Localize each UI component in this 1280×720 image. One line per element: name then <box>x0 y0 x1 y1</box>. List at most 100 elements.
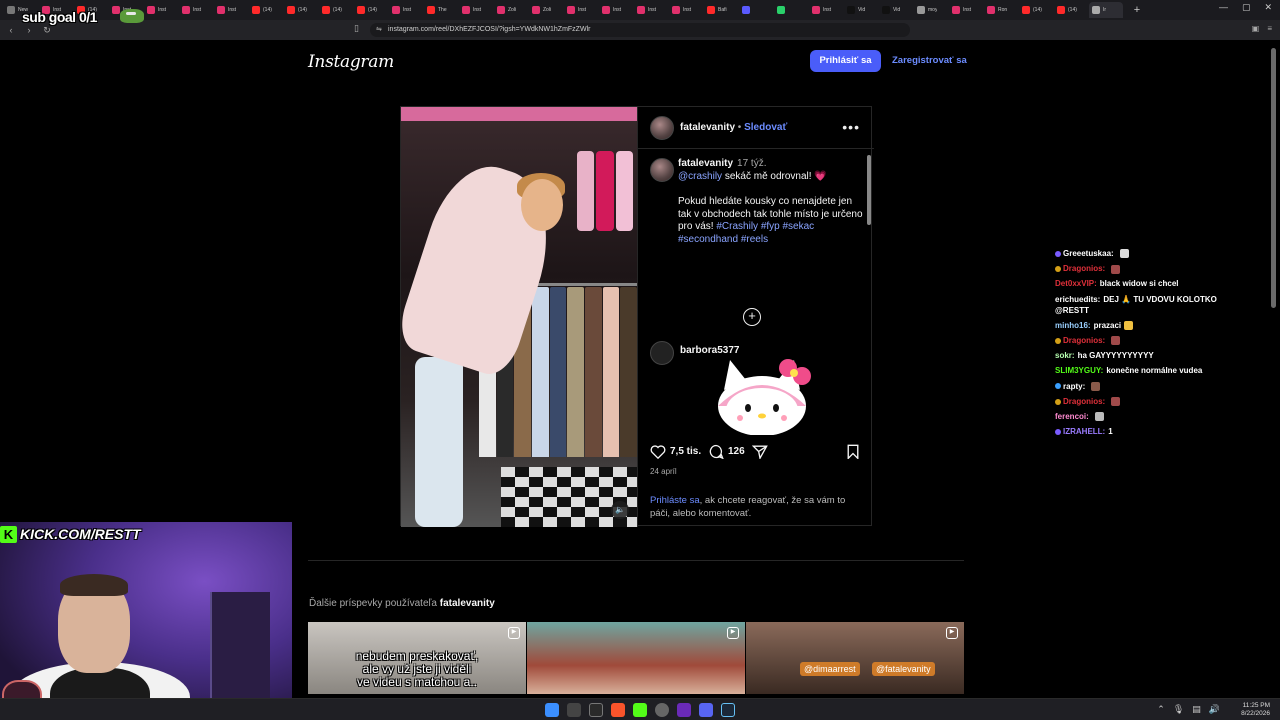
caption-avatar[interactable] <box>650 158 674 182</box>
close-icon[interactable]: ✕ <box>1264 2 1272 13</box>
browser-tab[interactable]: (14) <box>354 2 388 18</box>
tab-favicon-icon <box>777 6 785 14</box>
browser-tab[interactable]: Inst <box>389 2 423 18</box>
forward-icon[interactable]: › <box>22 23 36 37</box>
bookmark-icon[interactable]: ▯ <box>354 23 359 34</box>
load-more-comments-icon[interactable]: + <box>743 308 761 326</box>
commenter-avatar[interactable] <box>650 341 674 365</box>
browser-tab[interactable]: (14) <box>1054 2 1088 18</box>
login-prompt-link[interactable]: Prihláste sa <box>650 495 700 506</box>
mute-icon[interactable]: 🔈 <box>611 501 629 519</box>
post-thumbnail-3[interactable]: ▶ @dimaarrest @fatalevanity <box>746 622 964 694</box>
menu-icon[interactable]: ≡ <box>1267 24 1272 33</box>
instagram-logo[interactable]: Instagram <box>308 52 394 72</box>
browser-tab[interactable]: Inst <box>634 2 668 18</box>
comments-scrollbar[interactable] <box>867 155 871 225</box>
chat-username[interactable]: rapty: <box>1063 382 1085 391</box>
new-tab-button[interactable]: + <box>1130 3 1144 17</box>
chat-username[interactable]: sokr: <box>1055 351 1075 360</box>
login-button[interactable]: Prihlásiť sa <box>810 50 881 72</box>
browser-tab[interactable]: Inst <box>214 2 248 18</box>
more-posts-user[interactable]: fatalevanity <box>440 598 495 609</box>
browser-tab[interactable] <box>774 2 808 18</box>
register-link[interactable]: Zaregistrovať sa <box>892 55 967 66</box>
reel-video[interactable]: 🔈 <box>401 107 637 527</box>
comment-action[interactable]: 126 <box>708 444 745 459</box>
share-action[interactable] <box>752 444 768 459</box>
browser-tab[interactable]: Inst <box>179 2 213 18</box>
app-icon-2[interactable] <box>655 703 669 717</box>
clock[interactable]: 11:25 PM 8/22/2026 <box>1241 702 1270 718</box>
chat-username[interactable]: Dragonios: <box>1063 336 1105 345</box>
task-view-icon[interactable] <box>567 703 581 717</box>
site-info-icon[interactable]: ⇋ <box>376 23 382 37</box>
chat-username[interactable]: erichuedits: <box>1055 295 1100 304</box>
caption-author[interactable]: fatalevanity <box>678 158 733 169</box>
caption-text: @crashily sekáč mě odrovnal! 💗 Pokud hle… <box>678 171 864 247</box>
browser-tab[interactable]: Vid <box>879 2 913 18</box>
kick-app-icon[interactable] <box>633 703 647 717</box>
browser-tab[interactable]: Zoli <box>494 2 528 18</box>
post-thumbnail-2[interactable]: ▶ <box>527 622 745 694</box>
tray-chevron-icon[interactable]: ⌃ <box>1157 704 1165 715</box>
comments-section[interactable]: fatalevanity 17 týž. @crashily sekáč mě o… <box>638 150 874 435</box>
steam-icon[interactable] <box>721 703 735 717</box>
chat-username[interactable]: Det0xxVIP: <box>1055 279 1097 288</box>
browser-tab[interactable]: (14) <box>249 2 283 18</box>
browser-tab[interactable]: Ron <box>984 2 1018 18</box>
chat-username[interactable]: Dragonios: <box>1063 397 1105 406</box>
comment-icon[interactable] <box>708 444 724 459</box>
share-icon[interactable] <box>752 444 768 459</box>
follow-button[interactable]: Sledovať <box>744 122 787 133</box>
browser-tab[interactable]: (14) <box>284 2 318 18</box>
save-action[interactable] <box>846 444 860 459</box>
network-icon[interactable]: ▤ <box>1192 704 1201 715</box>
app-icon-3[interactable] <box>677 703 691 717</box>
page-scrollbar[interactable] <box>1271 48 1276 308</box>
browser-tab[interactable]: Zoli <box>529 2 563 18</box>
browser-tab[interactable]: Inst <box>564 2 598 18</box>
browser-tab[interactable]: Inst <box>669 2 703 18</box>
mic-icon[interactable]: 🎙 <box>1173 704 1184 715</box>
browser-tab[interactable]: moy <box>914 2 948 18</box>
browser-tab[interactable]: Inst <box>144 2 178 18</box>
caption-time: 17 týž. <box>737 158 767 169</box>
browser-tab[interactable]: (14) <box>319 2 353 18</box>
more-options-icon[interactable]: ••• <box>842 119 860 135</box>
chat-username[interactable]: IZRAHELL: <box>1063 427 1105 436</box>
minimize-icon[interactable]: — <box>1219 2 1228 13</box>
chat-username[interactable]: Greeetuskaa: <box>1063 249 1114 258</box>
chat-username[interactable]: Dragonios: <box>1063 264 1105 273</box>
app-icon-1[interactable] <box>589 703 603 717</box>
browser-tab[interactable]: (14) <box>1019 2 1053 18</box>
post-thumbnail-1[interactable]: ▶ nebudem preskakovať, ale vy už jste ji… <box>308 622 526 694</box>
brave-icon[interactable] <box>611 703 625 717</box>
chat-username[interactable]: minho16: <box>1055 321 1091 330</box>
bookmark-save-icon[interactable] <box>846 444 860 459</box>
browser-tab[interactable]: Inst <box>459 2 493 18</box>
chat-username[interactable]: ferencoi: <box>1055 412 1089 421</box>
back-icon[interactable]: ‹ <box>4 23 18 37</box>
browser-tab[interactable]: Inst <box>599 2 633 18</box>
discord-icon[interactable] <box>699 703 713 717</box>
maximize-icon[interactable]: ▢ <box>1242 2 1251 13</box>
url-field[interactable]: ⇋ instagram.com/reel/DXhEZFJCOSI/?igsh=Y… <box>370 23 910 37</box>
start-icon[interactable] <box>545 703 559 717</box>
caption-mention[interactable]: @crashily <box>678 171 722 182</box>
author-name[interactable]: fatalevanity <box>680 122 735 133</box>
browser-tab[interactable]: Bafi <box>704 2 738 18</box>
reload-icon[interactable]: ↻ <box>40 23 54 37</box>
browser-tab[interactable]: Vid <box>844 2 878 18</box>
browser-tab[interactable]: Inst <box>809 2 843 18</box>
author-avatar[interactable] <box>650 116 674 140</box>
volume-tray-icon[interactable]: 🔊 <box>1209 704 1220 715</box>
browser-tab[interactable]: Ir <box>1089 2 1123 18</box>
browser-tab[interactable]: Inst <box>949 2 983 18</box>
browser-tab[interactable] <box>739 2 773 18</box>
chat-badge-icon <box>1055 250 1061 257</box>
extensions-icon[interactable]: ▣ <box>1252 24 1260 33</box>
like-action[interactable]: 7,5 tis. <box>650 444 701 459</box>
heart-icon[interactable] <box>650 444 666 459</box>
browser-tab[interactable]: The <box>424 2 458 18</box>
chat-username[interactable]: SLIM3YGUY: <box>1055 366 1103 375</box>
